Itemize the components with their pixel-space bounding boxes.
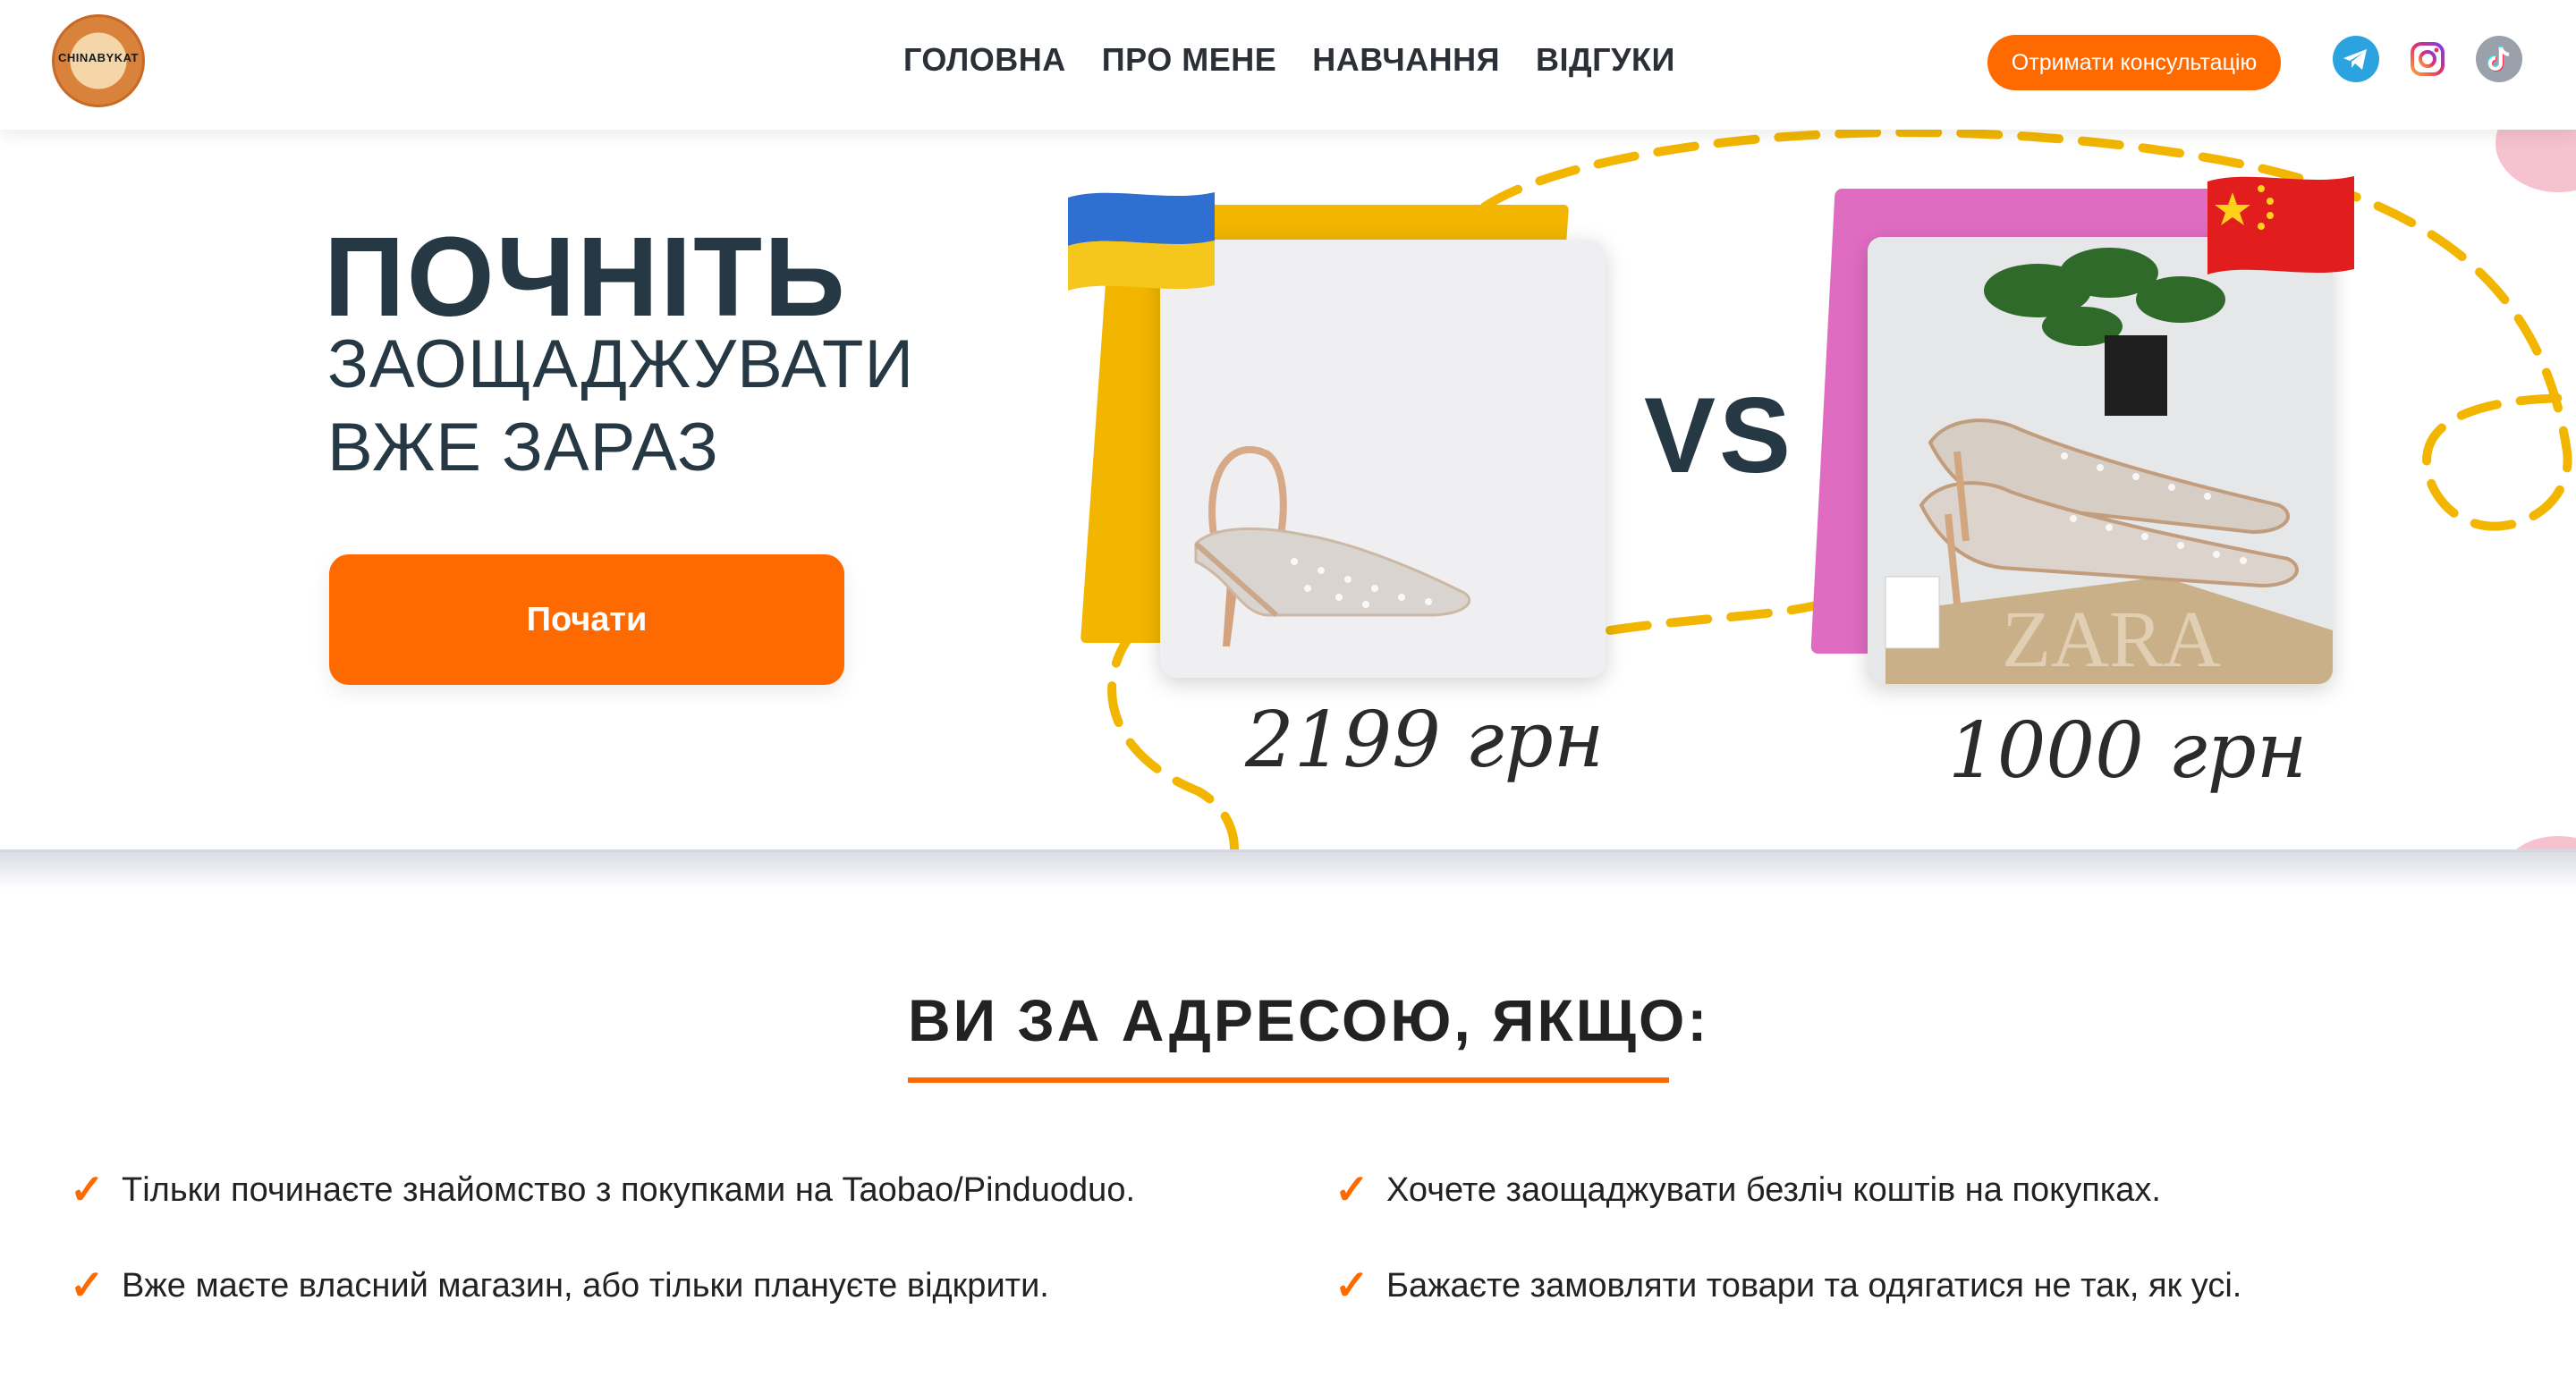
logo[interactable]: CHINABYKAT: [52, 14, 145, 107]
checkmark-icon: ✓: [70, 1166, 105, 1212]
consultation-button[interactable]: Отримати консультацію: [1987, 35, 2281, 90]
instagram-icon[interactable]: [2404, 36, 2451, 82]
product-image-china: ZARA: [1868, 237, 2333, 684]
vs-label: VS: [1644, 376, 1795, 495]
hero-bottom-shadow: [0, 849, 2576, 890]
nav-home[interactable]: ГОЛОВНА: [903, 41, 1066, 79]
box-brand-text: ZARA: [2002, 595, 2221, 684]
logo-text: CHINABYKAT: [58, 51, 139, 64]
hero-subtitle-line2: ВЖЕ ЗАРАЗ: [327, 410, 719, 486]
start-button[interactable]: Почати: [329, 554, 844, 685]
title-underline: [908, 1077, 1669, 1083]
site-header: CHINABYKAT ГОЛОВНА ПРО МЕНЕ НАВЧАННЯ ВІД…: [0, 0, 2576, 130]
shoes-box-image: ZARA: [1868, 237, 2333, 684]
checkmark-icon: ✓: [70, 1262, 105, 1308]
tiktok-icon[interactable]: [2476, 36, 2522, 82]
ukraine-flag-icon: [1068, 192, 1215, 291]
hero-title: ПОЧНІТЬ: [324, 214, 847, 340]
shoe-image: [1160, 240, 1606, 678]
audience-title: ВИ ЗА АДРЕСОЮ, ЯКЩО:: [908, 987, 1710, 1053]
nav-education[interactable]: НАВЧАННЯ: [1312, 41, 1500, 79]
hero-subtitle-line1: ЗАОЩАДЖУВАТИ: [327, 326, 915, 402]
hero-section: ПОЧНІТЬ ЗАОЩАДЖУВАТИ ВЖЕ ЗАРАЗ Почати ZA…: [0, 130, 2576, 852]
audience-item: Вже маєте власний магазин, або тільки пл…: [122, 1267, 1049, 1305]
audience-item: Тільки починаєте знайомство з покупками …: [122, 1171, 1136, 1209]
checkmark-icon: ✓: [1335, 1166, 1369, 1212]
china-flag-icon: [2207, 176, 2354, 274]
audience-item: Бажаєте замовляти товари та одягатися не…: [1386, 1267, 2242, 1305]
nav-about[interactable]: ПРО МЕНЕ: [1102, 41, 1276, 79]
product-image-ukraine: [1160, 240, 1606, 678]
telegram-icon[interactable]: [2333, 36, 2379, 82]
price-china: 1000 грн: [1948, 706, 2308, 796]
price-ukraine: 2199 грн: [1245, 696, 1605, 785]
audience-item: Хочете заощаджувати безліч коштів на пок…: [1386, 1171, 2161, 1209]
nav-reviews[interactable]: ВІДГУКИ: [1536, 41, 1675, 79]
main-nav: ГОЛОВНА ПРО МЕНЕ НАВЧАННЯ ВІДГУКИ: [903, 41, 1711, 79]
checkmark-icon: ✓: [1335, 1262, 1369, 1308]
